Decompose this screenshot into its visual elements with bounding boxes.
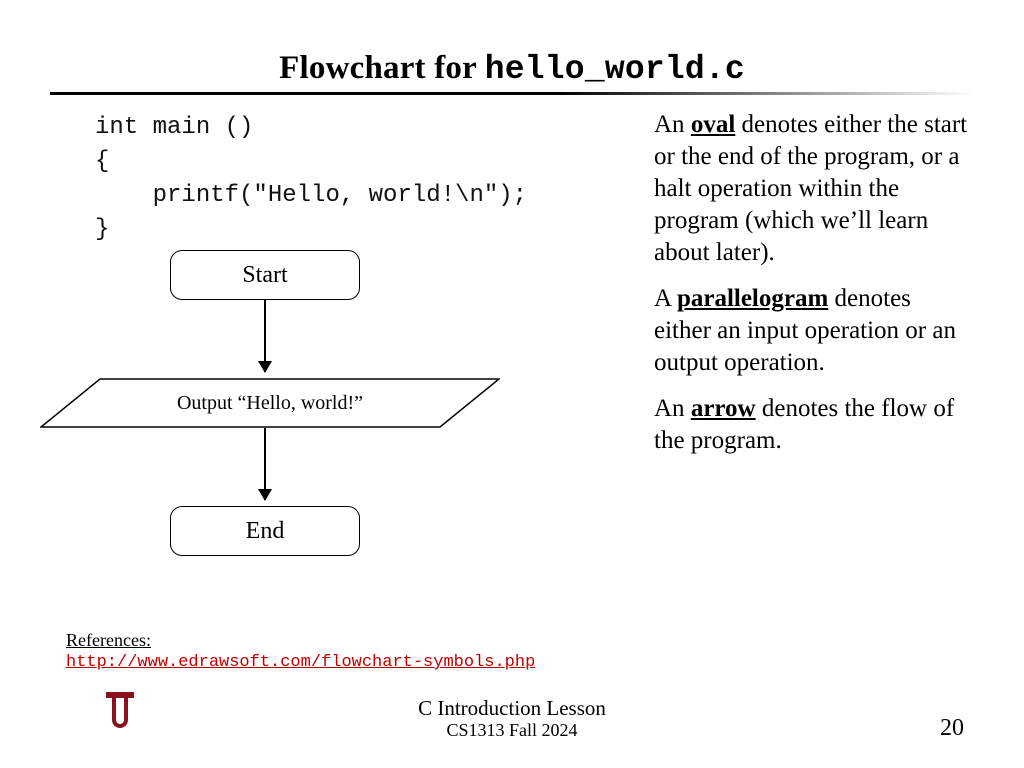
explain-oval: An oval denotes either the start or the …: [654, 109, 974, 269]
page-title: Flowchart for hello_world.c: [0, 50, 1024, 88]
references-link[interactable]: http://www.edrawsoft.com/flowchart-symbo…: [66, 653, 535, 672]
explain-arrow: An arrow denotes the flow of the program…: [654, 393, 974, 457]
flow-arrow-icon: [264, 300, 266, 372]
footer-lesson: C Introduction Lesson: [418, 696, 606, 720]
key-arrow: arrow: [691, 395, 756, 422]
flow-arrow-icon: [264, 428, 266, 500]
flow-start-terminator: Start: [170, 250, 360, 300]
flow-io-label: Output “Hello, world!”: [40, 378, 500, 428]
references: References: http://www.edrawsoft.com/flo…: [66, 630, 535, 672]
explain-parallelogram: A parallelogram denotes either an input …: [654, 283, 974, 379]
flowchart: Start Output “Hello, world!” End: [40, 250, 500, 560]
flow-start-label: Start: [242, 262, 287, 289]
key-oval: oval: [691, 111, 735, 138]
explanation-column: An oval denotes either the start or the …: [654, 109, 974, 471]
page-number: 20: [940, 715, 964, 742]
code-snippet: int main () { printf("Hello, world!\n");…: [95, 111, 527, 247]
flow-end-label: End: [246, 518, 285, 545]
title-filename: hello_world.c: [485, 51, 745, 88]
references-label: References:: [66, 630, 151, 650]
footer-course: CS1313 Fall 2024: [0, 720, 1024, 741]
flow-io-parallelogram: Output “Hello, world!”: [40, 378, 500, 428]
flow-end-terminator: End: [170, 506, 360, 556]
slide-footer: C Introduction Lesson CS1313 Fall 2024 2…: [0, 696, 1024, 748]
key-parallelogram: parallelogram: [677, 285, 828, 312]
title-prefix: Flowchart for: [279, 50, 485, 86]
